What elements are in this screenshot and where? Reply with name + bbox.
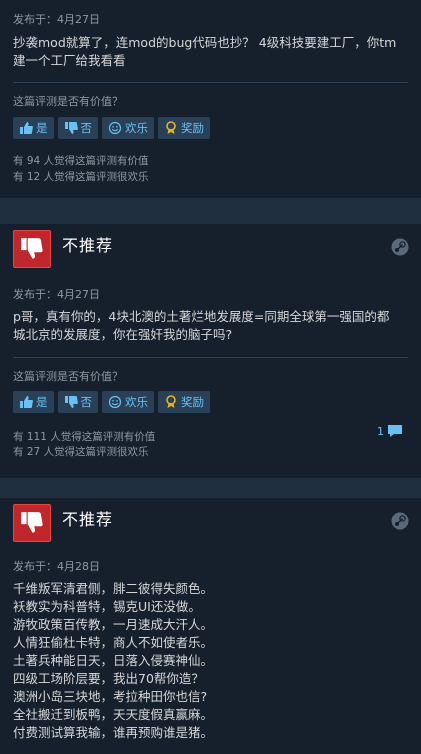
review-line: 澳洲小岛三块地，考拉种田你也信? (13, 689, 208, 704)
vote-no-button[interactable]: 否 (57, 117, 98, 139)
review-line: 袄教实为科普特，锡克UI还没做。 (13, 599, 201, 614)
review-line: 全社搬迁到板鸭，天天度假真赢麻。 (13, 707, 214, 722)
review-separator (0, 198, 421, 224)
vote-funny-button[interactable]: 欢乐 (102, 117, 154, 139)
thumbs-up-icon (20, 396, 33, 408)
award-button[interactable]: 奖励 (158, 391, 210, 413)
comment-bubble-icon (388, 425, 402, 437)
posted-date: 发布于：4月27日 (13, 288, 100, 301)
review-content: 千维叛军清君侧，腓二彼得失颜色。 袄教实为科普特，锡克UI还没做。 游牧政策百传… (13, 580, 408, 742)
helpful-question: 这篇评测是否有价值？ (13, 95, 123, 108)
vote-buttons: 是 否 欢乐 奖励 (13, 391, 210, 413)
review-line: 土著兵种能日天，日落入侵赛神仙。 (13, 653, 214, 668)
vote-no-button[interactable]: 否 (57, 391, 98, 413)
review-line: 抄袭mod就算了，连mod的bug代码也抄？ 4级科技要建工厂，你tm (13, 35, 397, 50)
review-verdict: 不推荐 (62, 236, 114, 255)
review-line: 付费测试算我输，谁再预购谁是猪。 (13, 725, 214, 740)
review-line: 建一个工厂给我看看 (13, 53, 126, 68)
funny-count: 有 12 人觉得这篇评测很欢乐 (13, 171, 149, 183)
thumbs-down-small-icon (64, 122, 78, 134)
divider (13, 82, 408, 83)
comment-count-value: 1 (377, 424, 384, 438)
award-icon (166, 395, 176, 408)
vote-yes-button[interactable]: 是 (13, 391, 54, 413)
review-line: p哥，真有你的，4块北澳的土著烂地发展度=同期全球第一强国的都 (13, 309, 390, 324)
review-verdict: 不推荐 (62, 510, 114, 529)
review-line: 人情狂偷杜卡特，商人不如使者乐。 (13, 635, 214, 650)
helpful-question: 这篇评测是否有价值？ (13, 370, 123, 383)
review-separator (0, 478, 421, 498)
thumbs-up-icon (20, 122, 33, 134)
review-card: 发布于：4月27日 抄袭mod就算了，连mod的bug代码也抄？ 4级科技要建工… (0, 0, 421, 198)
thumbs-down-icon (13, 230, 51, 268)
review-header: 不推荐 (0, 498, 421, 546)
steam-logo-icon (391, 512, 409, 530)
divider (13, 357, 408, 358)
vote-yes-label: 是 (36, 395, 48, 409)
review-content: 抄袭mod就算了，连mod的bug代码也抄？ 4级科技要建工厂，你tm 建一个工… (13, 34, 408, 70)
vote-no-label: 否 (80, 121, 93, 135)
award-label: 奖励 (181, 395, 204, 409)
thumbs-down-icon (13, 504, 51, 542)
smiley-icon (108, 395, 122, 409)
helpful-count: 有 94 人觉得这篇评测有价值 (13, 155, 149, 167)
review-line: 四级工场阶层要，我出70帮你造？ (13, 671, 204, 686)
vote-yes-button[interactable]: 是 (13, 117, 54, 139)
review-line: 游牧政策百传教，一月速成大汗人。 (13, 617, 214, 632)
review-content: p哥，真有你的，4块北澳的土著烂地发展度=同期全球第一强国的都 城北京的发展度，… (13, 308, 408, 344)
review-line: 城北京的发展度，你在强奸我的脑子吗? (13, 327, 233, 342)
posted-date: 发布于：4月27日 (13, 13, 100, 26)
review-header: 不推荐 (0, 224, 421, 272)
award-label: 奖励 (181, 121, 204, 135)
review-card: 不推荐 发布于：4月28日 千维叛军清君侧，腓二彼得失颜色。 袄教实为科普特，锡… (0, 498, 421, 754)
vote-yes-label: 是 (36, 121, 48, 135)
vote-funny-label: 欢乐 (125, 395, 148, 409)
vote-buttons: 是 否 欢乐 奖励 (13, 117, 210, 139)
helpful-count: 有 111 人觉得这篇评测有价值 (13, 431, 156, 443)
comment-count[interactable]: 1 (377, 424, 403, 438)
vote-no-label: 否 (80, 395, 93, 409)
review-card: 不推荐 发布于：4月27日 p哥，真有你的，4块北澳的土著烂地发展度=同期全球第… (0, 224, 421, 478)
steam-logo-icon (391, 238, 409, 256)
award-icon (166, 121, 176, 134)
funny-count: 有 27 人觉得这篇评测很欢乐 (13, 446, 149, 458)
award-button[interactable]: 奖励 (158, 117, 210, 139)
posted-date: 发布于：4月28日 (13, 560, 100, 573)
vote-funny-button[interactable]: 欢乐 (102, 391, 154, 413)
thumbs-down-small-icon (64, 396, 78, 408)
review-line: 千维叛军清君侧，腓二彼得失颜色。 (13, 581, 214, 596)
smiley-icon (108, 121, 122, 135)
vote-funny-label: 欢乐 (125, 121, 148, 135)
